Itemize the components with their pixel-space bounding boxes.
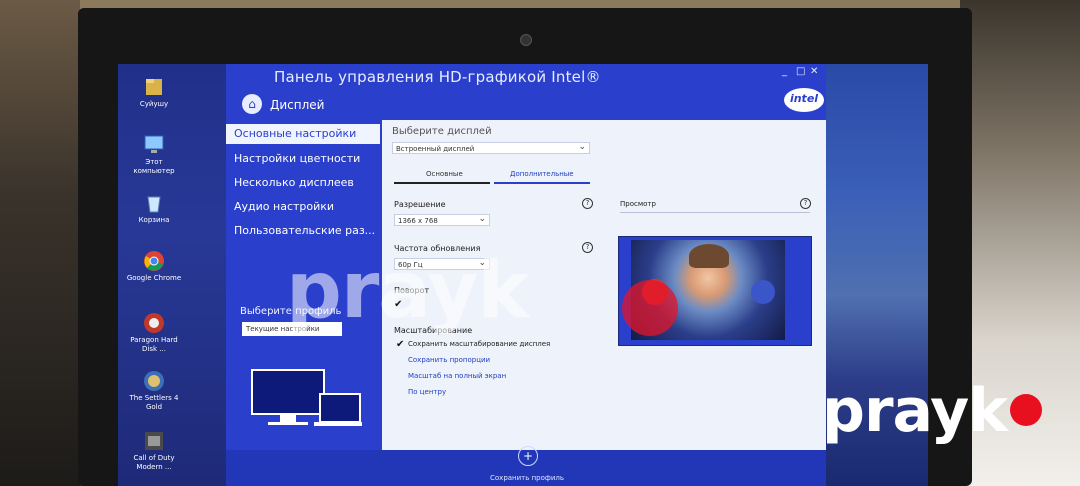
scaling-option-full-screen[interactable]: Масштаб на полный экран (408, 372, 506, 380)
save-profile-label: Сохранить профиль (490, 474, 565, 482)
bottom-bar: + Сохранить профиль (226, 446, 826, 486)
resolution-help-icon[interactable]: ? (582, 198, 593, 209)
window-title: Панель управления HD-графикой Intel® (274, 68, 601, 86)
desktop-icon-label: Paragon Hard Disk ... (130, 336, 178, 353)
desktop-icon-recycle-bin[interactable]: Корзина (126, 192, 182, 225)
tab-basic[interactable]: Основные (426, 170, 463, 178)
watermark-center: prayk (286, 246, 529, 336)
nav-item-color-settings[interactable]: Настройки цветности (234, 152, 360, 165)
computer-icon (142, 134, 166, 156)
intel-logo: intel (782, 86, 826, 114)
resolution-label: Разрешение (394, 200, 446, 209)
scaling-checkbox-icon[interactable]: ✔ (396, 340, 405, 350)
recycle-bin-icon (142, 192, 166, 214)
tab-advanced[interactable]: Дополнительные (510, 170, 574, 178)
scaling-option-keep-aspect[interactable]: Сохранить пропорции (408, 356, 490, 364)
desktop-icon-label: The Settlers 4 Gold (129, 394, 179, 411)
nav-item-basic-settings[interactable]: Основные настройки (226, 124, 380, 144)
room-background-left (0, 0, 80, 486)
watermark-center-dot (622, 280, 678, 336)
section-title: Дисплей (270, 98, 325, 112)
resolution-select[interactable]: 1366 x 768 (394, 213, 490, 226)
preview-help-icon[interactable]: ? (800, 198, 811, 209)
minimize-icon[interactable]: _ (782, 66, 787, 77)
preview-image-hair (689, 244, 729, 268)
preview-divider (620, 212, 810, 213)
desktop-icon-settlers[interactable]: The Settlers 4 Gold (126, 370, 182, 412)
scaling-option-center[interactable]: По центру (408, 388, 446, 396)
desktop-icon-label: Корзина (138, 216, 170, 224)
nav-item-audio-settings[interactable]: Аудио настройки (234, 200, 334, 213)
nav-item-multiple-displays[interactable]: Несколько дисплеев (234, 176, 354, 189)
desktop-icon-label: Google Chrome (126, 274, 182, 282)
close-icon[interactable]: ✕ (810, 66, 818, 77)
watermark-corner: prayk (822, 376, 1008, 446)
desktop-icon-label: Этот компьютер (133, 158, 175, 175)
nav-item-custom-resolutions[interactable]: Пользовательские раз... (234, 224, 375, 237)
monitors-illustration (251, 369, 362, 426)
settlers-icon (142, 370, 166, 392)
maximize-icon[interactable]: □ (796, 66, 805, 77)
scaling-checkbox-label[interactable]: Сохранить масштабирование дисплея (408, 340, 550, 348)
desktop-icon-label: Call of Duty Modern ... (133, 454, 175, 471)
select-display-label: Выберите дисплей (392, 126, 492, 137)
tab-advanced-underline (494, 182, 590, 184)
refresh-rate-help-icon[interactable]: ? (582, 242, 593, 253)
cod-icon (142, 430, 166, 452)
home-button[interactable]: ⌂ (242, 94, 262, 114)
window-header: Панель управления HD-графикой Intel® ⌂ Д… (226, 64, 826, 120)
watermark-corner-dot (1010, 394, 1042, 426)
tab-basic-underline (394, 182, 490, 184)
desktop-icon-cod[interactable]: Call of Duty Modern ... (126, 430, 182, 472)
user-folder-icon (142, 76, 166, 98)
desktop-icon-user-folder[interactable]: Суйушу (126, 76, 182, 109)
preview-label: Просмотр (620, 200, 656, 208)
save-profile-button[interactable]: + (518, 446, 538, 466)
display-select[interactable]: Встроенный дисплей (392, 141, 590, 154)
desktop-icon-label: Суйушу (139, 100, 169, 108)
paragon-icon (142, 312, 166, 334)
chrome-icon (142, 250, 166, 272)
desktop-icon-chrome[interactable]: Google Chrome (126, 250, 182, 283)
webcam (520, 34, 532, 46)
desktop-icon-computer[interactable]: Этот компьютер (126, 134, 182, 176)
desktop-icon-paragon[interactable]: Paragon Hard Disk ... (126, 312, 182, 354)
